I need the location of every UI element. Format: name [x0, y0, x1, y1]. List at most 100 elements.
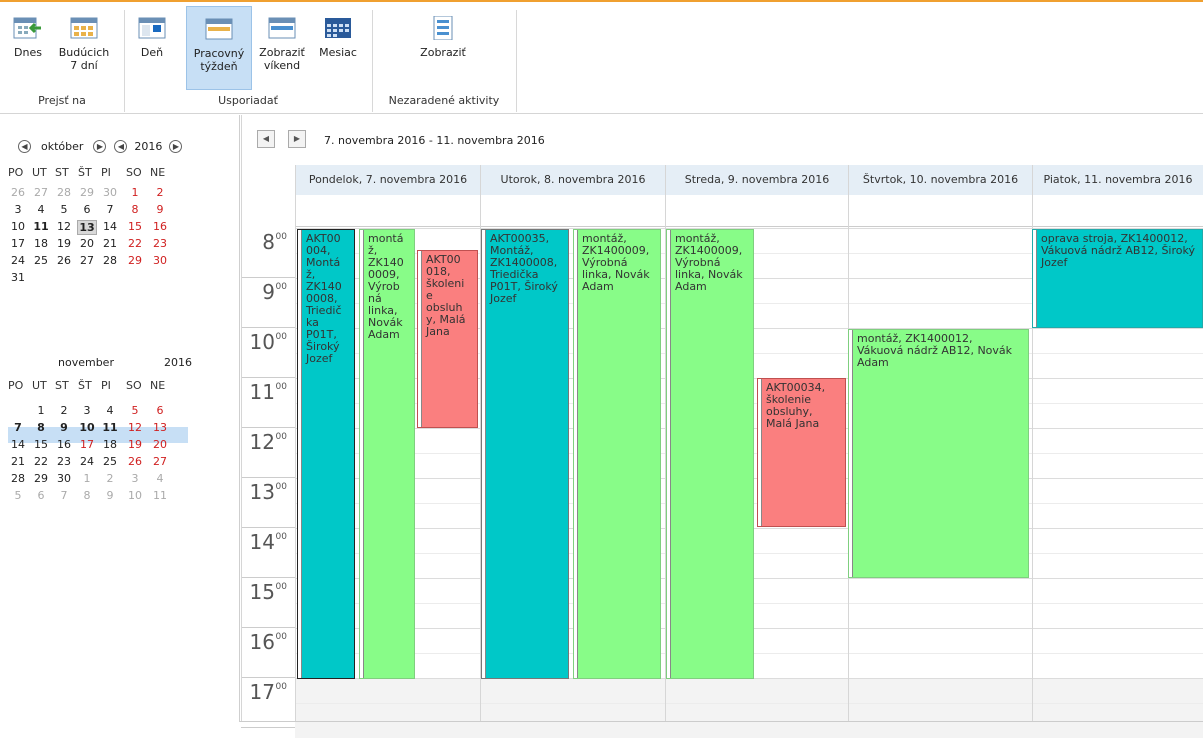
day-nov-14-r2[interactable]: 14 — [8, 438, 28, 451]
day-nov-28-r4[interactable]: 28 — [8, 472, 28, 485]
day-nov-19-r2[interactable]: 19 — [125, 438, 145, 451]
event-montaz-thu[interactable]: montáž, ZK1400012, Vákuová nádrž AB12, N… — [848, 329, 1029, 578]
day-nov-8-r1[interactable]: 8 — [31, 421, 51, 434]
day-nov-2-r0[interactable]: 2 — [54, 404, 74, 417]
day-nov-9-r1[interactable]: 9 — [54, 421, 74, 434]
day-nov-8-r5[interactable]: 8 — [77, 489, 97, 502]
day-nov-16-r2[interactable]: 16 — [54, 438, 74, 451]
day-nov-4-r4[interactable]: 4 — [150, 472, 170, 485]
day-nov-2-r4[interactable]: 2 — [100, 472, 120, 485]
event-akt00018[interactable]: AKT00 018, školeni e obsluh y, Malá Jana — [417, 250, 478, 428]
day-nov-6-r5[interactable]: 6 — [31, 489, 51, 502]
day-nov-25-r3[interactable]: 25 — [100, 455, 120, 468]
day-oct-28-r4[interactable]: 28 — [100, 254, 120, 267]
day-oct-27-r4[interactable]: 27 — [77, 254, 97, 267]
day-nov-12-r1[interactable]: 12 — [125, 421, 145, 434]
next-week-button[interactable]: ▶ — [288, 130, 306, 148]
work-week-button[interactable]: Pracovný týždeň — [186, 6, 252, 90]
day-oct-20-r3[interactable]: 20 — [77, 237, 97, 250]
event-akt00034[interactable]: AKT00034, školenie obsluhy, Malá Jana — [757, 378, 846, 527]
day-oct-3-r1[interactable]: 3 — [8, 203, 28, 216]
day-nov-10-r1[interactable]: 10 — [77, 421, 97, 434]
day-nov-10-r5[interactable]: 10 — [125, 489, 145, 502]
day-oct-26-r0[interactable]: 26 — [8, 186, 28, 199]
next-month-icon[interactable]: ▶ — [93, 140, 107, 153]
day-oct-10-r2[interactable]: 10 — [8, 220, 28, 233]
day-oct-17-r3[interactable]: 17 — [8, 237, 28, 250]
day-oct-28-r0[interactable]: 28 — [54, 186, 74, 199]
event-akt00035[interactable]: AKT00035, Montáž, ZK1400008, Triedička P… — [481, 229, 569, 679]
day-nov-24-r3[interactable]: 24 — [77, 455, 97, 468]
day-nov-27-r3[interactable]: 27 — [150, 455, 170, 468]
event-oprava-stroja[interactable]: oprava stroja, ZK1400012, Vákuová nádrž … — [1032, 229, 1203, 328]
day-oct-21-r3[interactable]: 21 — [100, 237, 120, 250]
day-header-tue[interactable]: Utorok, 8. novembra 2016 — [480, 165, 665, 195]
day-oct-22-r3[interactable]: 22 — [125, 237, 145, 250]
day-oct-8-r1[interactable]: 8 — [125, 203, 145, 216]
day-nov-18-r2[interactable]: 18 — [100, 438, 120, 451]
day-oct-27-r0[interactable]: 27 — [31, 186, 51, 199]
day-nov-30-r4[interactable]: 30 — [54, 472, 74, 485]
day-nov-17-r2[interactable]: 17 — [77, 438, 97, 451]
day-nov-23-r3[interactable]: 23 — [54, 455, 74, 468]
day-oct-11-r2[interactable]: 11 — [31, 220, 51, 233]
next-year-icon[interactable]: ▶ — [169, 140, 183, 153]
day-nov-26-r3[interactable]: 26 — [125, 455, 145, 468]
day-nov-3-r4[interactable]: 3 — [125, 472, 145, 485]
day-oct-6-r1[interactable]: 6 — [77, 203, 97, 216]
event-montaz-tue[interactable]: montáž, ZK1400009, Výrobná linka, Novák … — [573, 229, 661, 679]
event-montaz-wed[interactable]: montáž, ZK1400009, Výrobná linka, Novák … — [666, 229, 754, 679]
show-weekend-button[interactable]: Zobraziť víkend — [254, 6, 310, 90]
day-oct-31-r5[interactable]: 31 — [8, 271, 28, 284]
month-view-button[interactable]: Mesiac — [314, 6, 362, 90]
day-nov-22-r3[interactable]: 22 — [31, 455, 51, 468]
show-unassigned-button[interactable]: Zobraziť — [410, 6, 476, 90]
day-nov-4-r0[interactable]: 4 — [100, 404, 120, 417]
day-oct-1-r0[interactable]: 1 — [125, 186, 145, 199]
day-oct-30-r4[interactable]: 30 — [150, 254, 170, 267]
day-oct-18-r3[interactable]: 18 — [31, 237, 51, 250]
day-nov-29-r4[interactable]: 29 — [31, 472, 51, 485]
day-header-wed[interactable]: Streda, 9. novembra 2016 — [665, 165, 848, 195]
day-oct-19-r3[interactable]: 19 — [54, 237, 74, 250]
day-view-button[interactable]: Deň — [134, 6, 170, 90]
day-nov-5-r5[interactable]: 5 — [8, 489, 28, 502]
day-nov-3-r0[interactable]: 3 — [77, 404, 97, 417]
day-oct-14-r2[interactable]: 14 — [100, 220, 120, 233]
day-nov-20-r2[interactable]: 20 — [150, 438, 170, 451]
day-nov-9-r5[interactable]: 9 — [100, 489, 120, 502]
prev-week-button[interactable]: ◀ — [257, 130, 275, 148]
day-oct-7-r1[interactable]: 7 — [100, 203, 120, 216]
day-oct-29-r0[interactable]: 29 — [77, 186, 97, 199]
day-header-mon[interactable]: Pondelok, 7. novembra 2016 — [295, 165, 480, 195]
today-button[interactable]: Dnes — [8, 6, 48, 90]
event-akt00004[interactable]: AKT00 004, Montá ž, ZK140 0008, Triedič … — [297, 229, 355, 679]
day-nov-6-r0[interactable]: 6 — [150, 404, 170, 417]
day-oct-26-r4[interactable]: 26 — [54, 254, 74, 267]
day-oct-15-r2[interactable]: 15 — [125, 220, 145, 233]
day-oct-25-r4[interactable]: 25 — [31, 254, 51, 267]
day-oct-23-r3[interactable]: 23 — [150, 237, 170, 250]
day-nov-7-r5[interactable]: 7 — [54, 489, 74, 502]
day-nov-15-r2[interactable]: 15 — [31, 438, 51, 451]
day-nov-11-r5[interactable]: 11 — [150, 489, 170, 502]
next-7-days-button[interactable]: Budúcich 7 dní — [56, 6, 112, 90]
all-day-area[interactable] — [295, 195, 1203, 227]
day-nov-11-r1[interactable]: 11 — [100, 421, 120, 434]
day-oct-13-r2[interactable]: 13 — [77, 220, 97, 235]
day-oct-30-r0[interactable]: 30 — [100, 186, 120, 199]
day-nov-13-r1[interactable]: 13 — [150, 421, 170, 434]
day-nov-5-r0[interactable]: 5 — [125, 404, 145, 417]
day-oct-9-r1[interactable]: 9 — [150, 203, 170, 216]
day-oct-24-r4[interactable]: 24 — [8, 254, 28, 267]
day-header-fri[interactable]: Piatok, 11. novembra 2016 — [1032, 165, 1203, 195]
day-nov-21-r3[interactable]: 21 — [8, 455, 28, 468]
day-oct-16-r2[interactable]: 16 — [150, 220, 170, 233]
day-nov-7-r1[interactable]: 7 — [8, 421, 28, 434]
day-oct-29-r4[interactable]: 29 — [125, 254, 145, 267]
event-montaz-mon[interactable]: montá ž, ZK140 0009, Výrob ná linka, Nov… — [359, 229, 415, 679]
day-nov-1-r4[interactable]: 1 — [77, 472, 97, 485]
day-oct-12-r2[interactable]: 12 — [54, 220, 74, 233]
day-nov-1-r0[interactable]: 1 — [31, 404, 51, 417]
prev-month-icon[interactable]: ◀ — [18, 140, 31, 153]
